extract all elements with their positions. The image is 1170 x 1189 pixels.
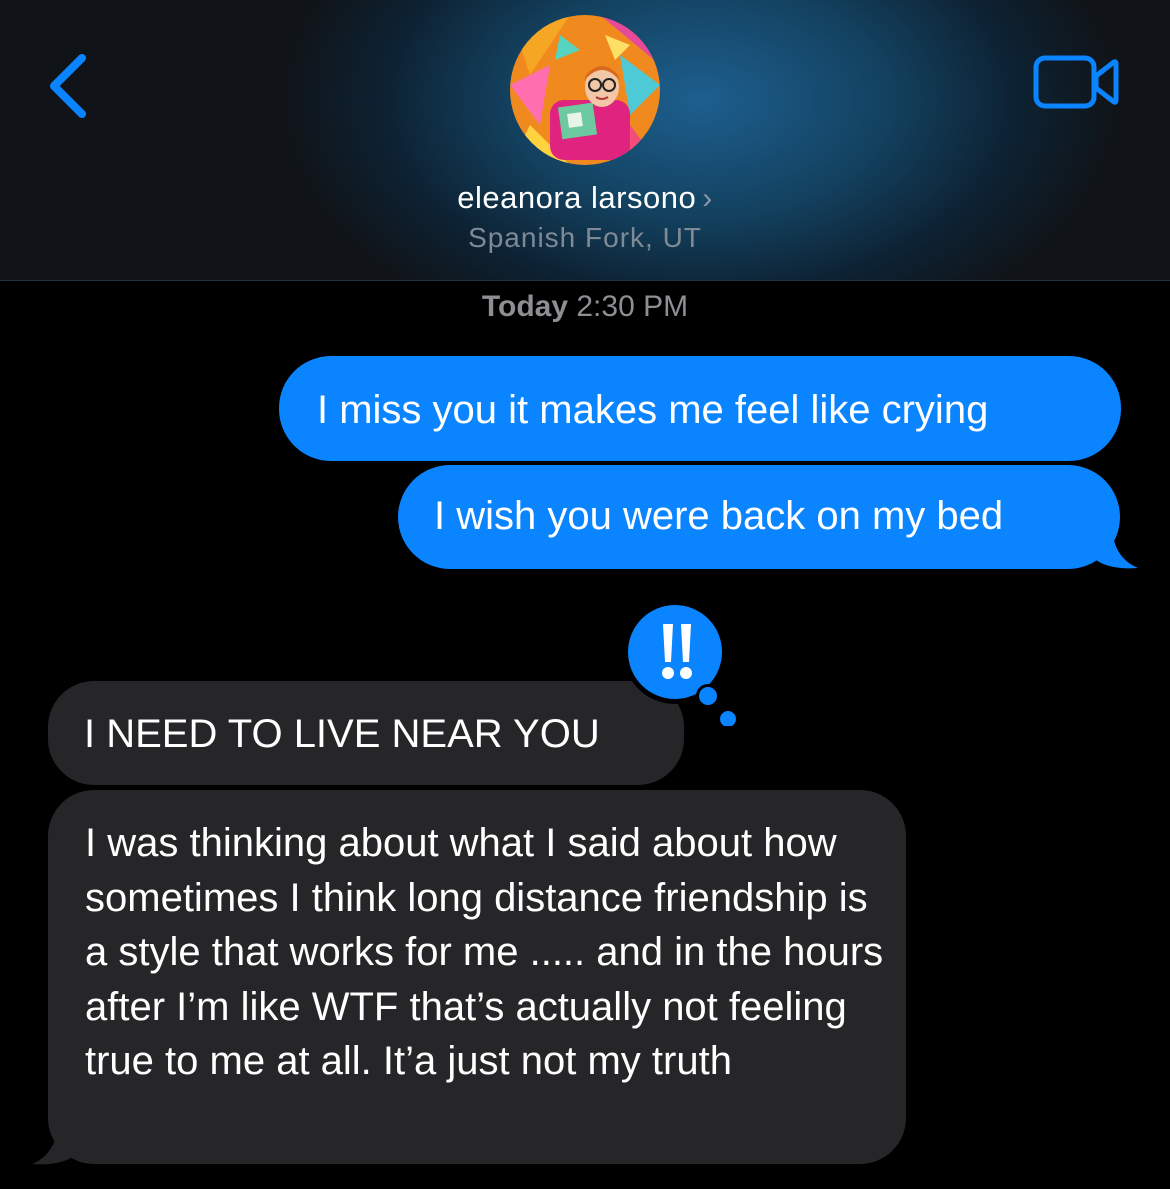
contact-avatar[interactable] <box>510 15 660 165</box>
chevron-left-icon <box>50 54 86 118</box>
contact-location: Spanish Fork, UT <box>468 222 702 253</box>
back-button[interactable] <box>40 48 100 124</box>
video-call-button[interactable] <box>1030 52 1122 112</box>
chevron-right-icon: › <box>702 182 713 215</box>
timestamp-day: Today <box>481 290 569 323</box>
message-timestamp: Today 2:30 PM <box>0 290 1170 324</box>
contact-name: eleanora larsono <box>457 180 697 215</box>
sent-message-bubble[interactable]: I wish you were back on my bed <box>398 465 1120 569</box>
reaction-bubble[interactable] <box>622 600 740 727</box>
received-bubble-tail <box>32 1124 80 1165</box>
received-message-bubble[interactable]: I NEED TO LIVE NEAR YOU <box>48 681 684 785</box>
timestamp-time: 2:30 PM <box>576 290 689 323</box>
conversation-header: eleanora larsono › Spanish Fork, UT <box>0 0 1170 281</box>
received-message-bubble[interactable]: I was thinking about what I said about h… <box>48 790 906 1164</box>
sent-message-bubble[interactable]: I miss you it makes me feel like crying <box>279 356 1121 461</box>
video-camera-icon <box>1033 55 1119 109</box>
sent-bubble-tail <box>1090 528 1138 569</box>
contact-name-button[interactable]: eleanora larsono › <box>0 180 1170 216</box>
exclamation-reaction-icon <box>623 600 736 727</box>
